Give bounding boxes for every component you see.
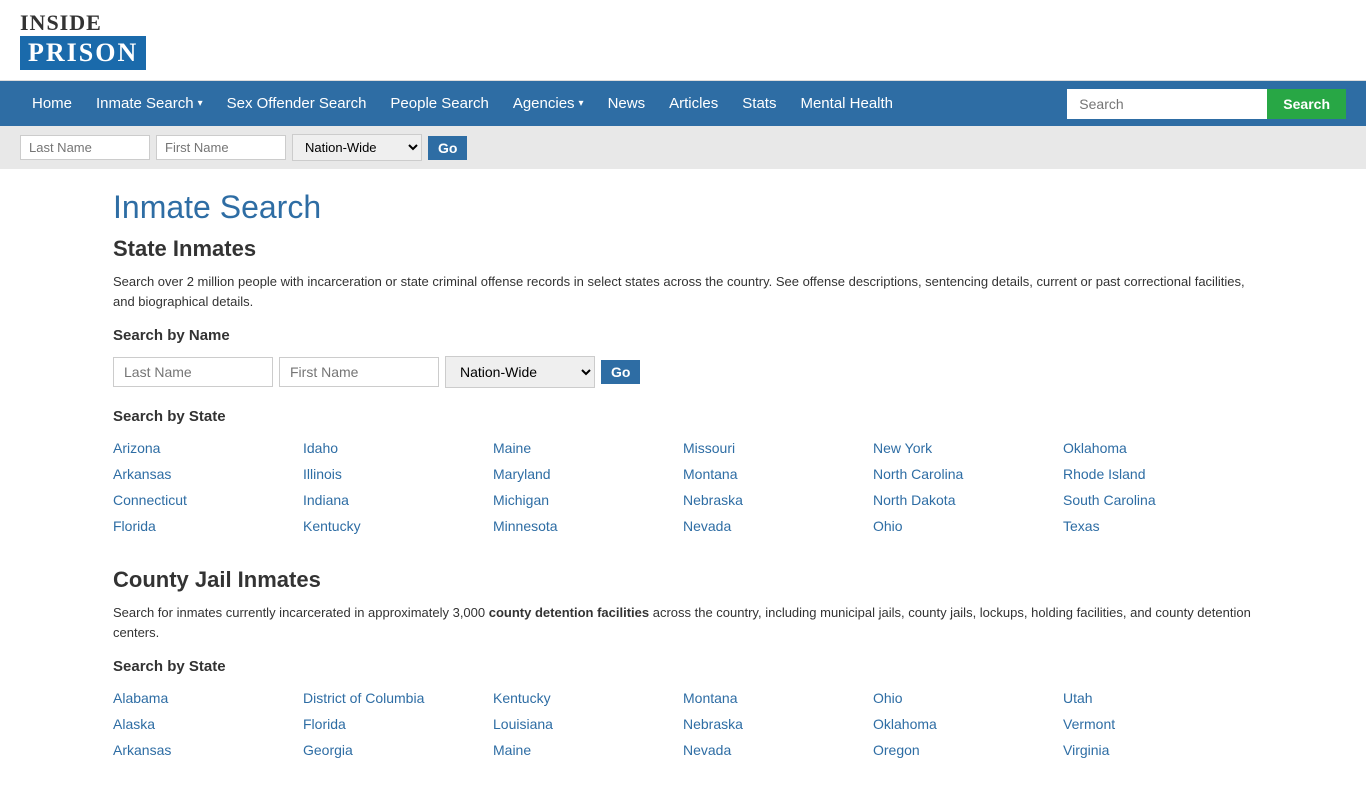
state-link-maryland[interactable]: Maryland (493, 463, 683, 485)
county-jail-desc: Search for inmates currently incarcerate… (113, 603, 1253, 642)
nav-news[interactable]: News (596, 81, 658, 126)
nav-agencies[interactable]: Agencies ▾ (501, 81, 596, 126)
county-link-kentucky[interactable]: Kentucky (493, 687, 683, 709)
state-link-nevada[interactable]: Nevada (683, 515, 873, 537)
nav-home[interactable]: Home (20, 81, 84, 126)
nav-inmate-search[interactable]: Inmate Search ▾ (84, 81, 215, 126)
state-link-nebraska[interactable]: Nebraska (683, 489, 873, 511)
county-link-vermont[interactable]: Vermont (1063, 713, 1253, 735)
page-title: Inmate Search (113, 189, 1253, 226)
county-link-nebraska[interactable]: Nebraska (683, 713, 873, 735)
state-link-arkansas[interactable]: Arkansas (113, 463, 303, 485)
state-name-search-form: Nation-Wide Go (113, 356, 1253, 388)
state-first-name-input[interactable] (279, 357, 439, 387)
nav: Home Inmate Search ▾ Sex Offender Search… (0, 81, 1366, 126)
state-link-oklahoma[interactable]: Oklahoma (1063, 437, 1253, 459)
state-link-new-york[interactable]: New York (873, 437, 1063, 459)
quick-search-bar: Nation-Wide Go (0, 126, 1366, 169)
county-link-dc[interactable]: District of Columbia (303, 687, 493, 709)
county-link-oregon[interactable]: Oregon (873, 739, 1063, 761)
state-link-ohio[interactable]: Ohio (873, 515, 1063, 537)
nav-people-search[interactable]: People Search (378, 81, 500, 126)
county-search-by-state-label: Search by State (113, 658, 1253, 675)
state-link-north-dakota[interactable]: North Dakota (873, 489, 1063, 511)
county-link-ohio[interactable]: Ohio (873, 687, 1063, 709)
state-last-name-input[interactable] (113, 357, 273, 387)
nav-search-input[interactable] (1067, 89, 1267, 119)
nav-sex-offender-search[interactable]: Sex Offender Search (215, 81, 379, 126)
state-link-illinois[interactable]: Illinois (303, 463, 493, 485)
state-link-minnesota[interactable]: Minnesota (493, 515, 683, 537)
nav-search-wrap: Search (1067, 89, 1346, 119)
state-go-button[interactable]: Go (601, 360, 640, 384)
state-link-michigan[interactable]: Michigan (493, 489, 683, 511)
logo-top: INSIDE (20, 10, 102, 36)
county-link-arkansas[interactable]: Arkansas (113, 739, 303, 761)
state-link-rhode-island[interactable]: Rhode Island (1063, 463, 1253, 485)
logo-bottom: PRISON (20, 36, 146, 70)
state-link-south-carolina[interactable]: South Carolina (1063, 489, 1253, 511)
county-link-alabama[interactable]: Alabama (113, 687, 303, 709)
state-inmates-desc: Search over 2 million people with incarc… (113, 272, 1253, 311)
quick-last-name-input[interactable] (20, 135, 150, 160)
state-link-north-carolina[interactable]: North Carolina (873, 463, 1063, 485)
nav-stats[interactable]: Stats (730, 81, 788, 126)
quick-go-button[interactable]: Go (428, 136, 467, 160)
county-link-nevada[interactable]: Nevada (683, 739, 873, 761)
state-link-texas[interactable]: Texas (1063, 515, 1253, 537)
search-by-name-label: Search by Name (113, 327, 1253, 344)
state-link-missouri[interactable]: Missouri (683, 437, 873, 459)
county-link-alaska[interactable]: Alaska (113, 713, 303, 735)
nav-search-button[interactable]: Search (1267, 89, 1346, 119)
nav-mental-health[interactable]: Mental Health (788, 81, 905, 126)
county-link-oklahoma[interactable]: Oklahoma (873, 713, 1063, 735)
state-link-idaho[interactable]: Idaho (303, 437, 493, 459)
county-link-virginia[interactable]: Virginia (1063, 739, 1253, 761)
state-link-florida[interactable]: Florida (113, 515, 303, 537)
county-link-louisiana[interactable]: Louisiana (493, 713, 683, 735)
agencies-dropdown-icon: ▾ (579, 98, 584, 109)
inmate-search-dropdown-icon: ▾ (198, 98, 203, 109)
state-link-montana[interactable]: Montana (683, 463, 873, 485)
quick-scope-select[interactable]: Nation-Wide (292, 134, 422, 161)
state-inmates-grid: Arizona Idaho Maine Missouri New York Ok… (113, 437, 1253, 537)
state-scope-select[interactable]: Nation-Wide (445, 356, 595, 388)
state-link-kentucky[interactable]: Kentucky (303, 515, 493, 537)
state-link-connecticut[interactable]: Connecticut (113, 489, 303, 511)
county-link-maine[interactable]: Maine (493, 739, 683, 761)
header: INSIDE PRISON (0, 0, 1366, 81)
county-jail-grid: Alabama District of Columbia Kentucky Mo… (113, 687, 1253, 761)
county-jail-title: County Jail Inmates (113, 567, 1253, 593)
search-by-state-label: Search by State (113, 408, 1253, 425)
state-link-arizona[interactable]: Arizona (113, 437, 303, 459)
logo[interactable]: INSIDE PRISON (20, 10, 146, 70)
county-link-utah[interactable]: Utah (1063, 687, 1253, 709)
nav-articles[interactable]: Articles (657, 81, 730, 126)
state-inmates-title: State Inmates (113, 236, 1253, 262)
county-link-montana[interactable]: Montana (683, 687, 873, 709)
county-link-georgia[interactable]: Georgia (303, 739, 493, 761)
state-link-indiana[interactable]: Indiana (303, 489, 493, 511)
main-content: Inmate Search State Inmates Search over … (83, 169, 1283, 811)
state-link-maine[interactable]: Maine (493, 437, 683, 459)
quick-first-name-input[interactable] (156, 135, 286, 160)
county-link-florida[interactable]: Florida (303, 713, 493, 735)
